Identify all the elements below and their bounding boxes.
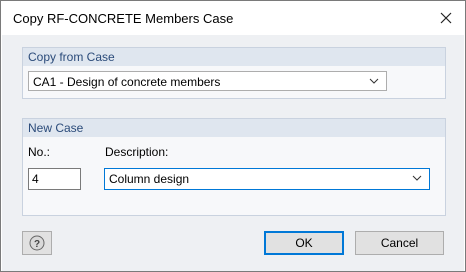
new-case-group: New Case No.: Description: 4 Column desi…: [22, 118, 446, 216]
copy-from-case-group: Copy from Case CA1 - Design of concrete …: [22, 47, 446, 99]
chevron-down-icon: [369, 78, 379, 84]
case-number-input[interactable]: 4: [28, 168, 81, 190]
cancel-button[interactable]: Cancel: [355, 231, 444, 255]
dialog-title: Copy RF-CONCRETE Members Case: [13, 11, 234, 26]
copy-from-case-value: CA1 - Design of concrete members: [33, 75, 221, 89]
close-button[interactable]: [435, 7, 457, 29]
close-icon: [440, 12, 452, 24]
description-label: Description:: [105, 145, 169, 159]
help-icon: ?: [29, 235, 45, 251]
title-bar: Copy RF-CONCRETE Members Case: [1, 1, 465, 35]
ok-button[interactable]: OK: [264, 231, 344, 255]
dialog-body: Copy from Case CA1 - Design of concrete …: [2, 35, 464, 271]
svg-text:?: ?: [34, 239, 40, 250]
description-combo[interactable]: Column design: [104, 168, 430, 190]
copy-from-case-select[interactable]: CA1 - Design of concrete members: [28, 71, 387, 91]
help-button[interactable]: ?: [22, 231, 52, 255]
new-case-header: New Case: [23, 119, 445, 137]
chevron-down-icon: [412, 175, 422, 181]
copy-case-dialog: Copy RF-CONCRETE Members Case Copy from …: [0, 0, 466, 272]
description-value: Column design: [109, 172, 190, 186]
copy-from-case-header: Copy from Case: [23, 48, 445, 66]
case-number-label: No.:: [28, 145, 51, 159]
